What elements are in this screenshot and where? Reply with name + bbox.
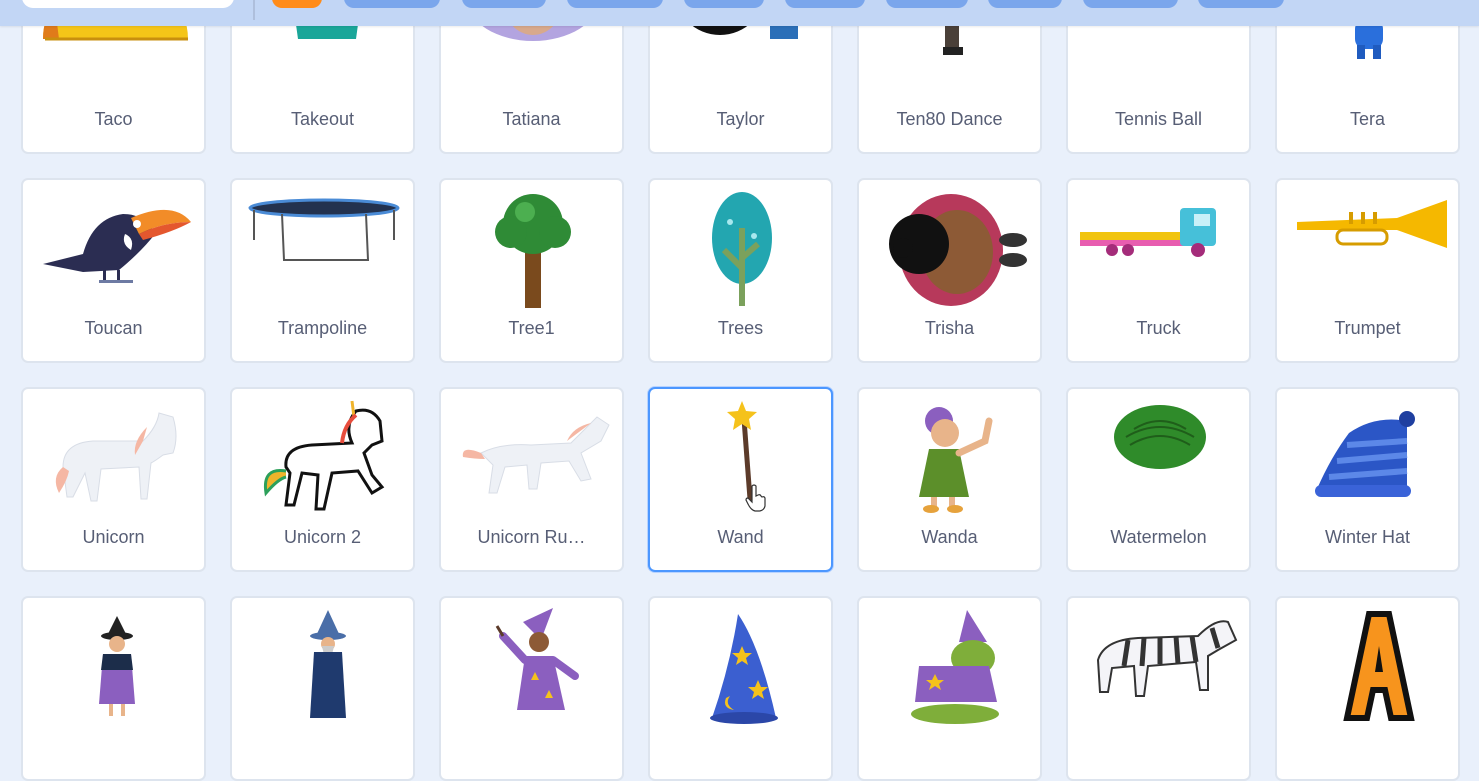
trumpet-icon	[1277, 188, 1458, 310]
trisha-icon	[859, 188, 1040, 310]
sprite-label: Trisha	[924, 318, 975, 338]
sprite-card[interactable]	[21, 596, 206, 781]
tree1-icon	[441, 188, 622, 310]
sprite-label: Ten80 Dance	[896, 109, 1003, 129]
search-input[interactable]	[22, 0, 234, 8]
sprite-library-grid: Taco Takeout Tatiana Taylor Ten80 Dance Tenni…	[21, 0, 1461, 781]
toucan-icon	[23, 188, 204, 310]
sprite-label: Wanda	[921, 527, 978, 547]
filter-divider	[253, 0, 255, 20]
sprite-label: Toucan	[84, 318, 143, 338]
sprite-card[interactable]: Wanda	[857, 387, 1042, 572]
sprite-card[interactable]: Unicorn 2	[230, 387, 415, 572]
filter-chip[interactable]	[988, 0, 1062, 8]
sprite-label: Taylor	[716, 109, 765, 129]
filter-chip[interactable]	[344, 0, 440, 8]
sprite-card[interactable]: Winter Hat	[1275, 387, 1460, 572]
wizard-hat-icon	[650, 606, 831, 728]
sprite-label: Truck	[1136, 318, 1181, 338]
category-filter-bar	[0, 0, 1479, 26]
sprite-label: Unicorn Ru…	[477, 527, 586, 547]
filter-chip[interactable]	[462, 0, 546, 8]
filter-chip[interactable]	[684, 0, 764, 8]
sprite-label: Watermelon	[1110, 527, 1207, 547]
sprite-card[interactable]: Trampoline	[230, 178, 415, 363]
watermelon-icon	[1068, 397, 1249, 519]
wizard-toad-icon	[859, 606, 1040, 728]
filter-chip[interactable]	[1198, 0, 1284, 8]
sprite-label: Trampoline	[277, 318, 368, 338]
sprite-card[interactable]: Truck	[1066, 178, 1251, 363]
unicorn-icon	[23, 397, 204, 519]
sprite-card[interactable]	[439, 596, 624, 781]
sprite-label: Trumpet	[1334, 318, 1401, 338]
sprite-card[interactable]: Trisha	[857, 178, 1042, 363]
sprite-card[interactable]	[857, 596, 1042, 781]
sprite-label: Unicorn	[82, 527, 145, 547]
wand-icon	[650, 397, 831, 519]
trees-icon	[650, 188, 831, 310]
unicorn-2-icon	[232, 397, 413, 519]
sprite-label: Wand	[717, 527, 764, 547]
sprite-label: Unicorn 2	[283, 527, 362, 547]
sprite-label: Trees	[717, 318, 764, 338]
trampoline-icon	[232, 188, 413, 310]
zebra-icon	[1068, 606, 1249, 728]
witch-icon	[23, 606, 204, 728]
wizard-girl-icon	[441, 606, 622, 728]
sprite-card[interactable]: Trumpet	[1275, 178, 1460, 363]
sprite-label: Taco	[94, 109, 133, 129]
filter-chip[interactable]	[886, 0, 968, 8]
filter-chip[interactable]	[1083, 0, 1178, 8]
filter-chip[interactable]	[785, 0, 865, 8]
unicorn-running-icon	[441, 397, 622, 519]
letter-a-icon	[1277, 606, 1458, 728]
sprite-card[interactable]: Tree1	[439, 178, 624, 363]
sprite-label: Tennis Ball	[1114, 109, 1203, 129]
wizard-icon	[232, 606, 413, 728]
sprite-label: Tree1	[508, 318, 555, 338]
sprite-card[interactable]	[1066, 596, 1251, 781]
sprite-card[interactable]: Unicorn Ru…	[439, 387, 624, 572]
sprite-card[interactable]: Unicorn	[21, 387, 206, 572]
sprite-card[interactable]: Trees	[648, 178, 833, 363]
sprite-card[interactable]: Toucan	[21, 178, 206, 363]
sprite-card[interactable]	[648, 596, 833, 781]
sprite-card[interactable]	[1275, 596, 1460, 781]
sprite-label: Takeout	[290, 109, 355, 129]
filter-chip-all[interactable]	[272, 0, 322, 8]
truck-icon	[1068, 188, 1249, 310]
sprite-card[interactable]: Watermelon	[1066, 387, 1251, 572]
filter-chip[interactable]	[567, 0, 663, 8]
sprite-label: Tatiana	[502, 109, 561, 129]
sprite-card[interactable]: Wand	[648, 387, 833, 572]
sprite-label: Winter Hat	[1324, 527, 1411, 547]
winter-hat-icon	[1277, 397, 1458, 519]
sprite-label: Tera	[1349, 109, 1385, 129]
sprite-card[interactable]	[230, 596, 415, 781]
wanda-icon	[859, 397, 1040, 519]
hand-pointer-icon	[745, 484, 767, 512]
